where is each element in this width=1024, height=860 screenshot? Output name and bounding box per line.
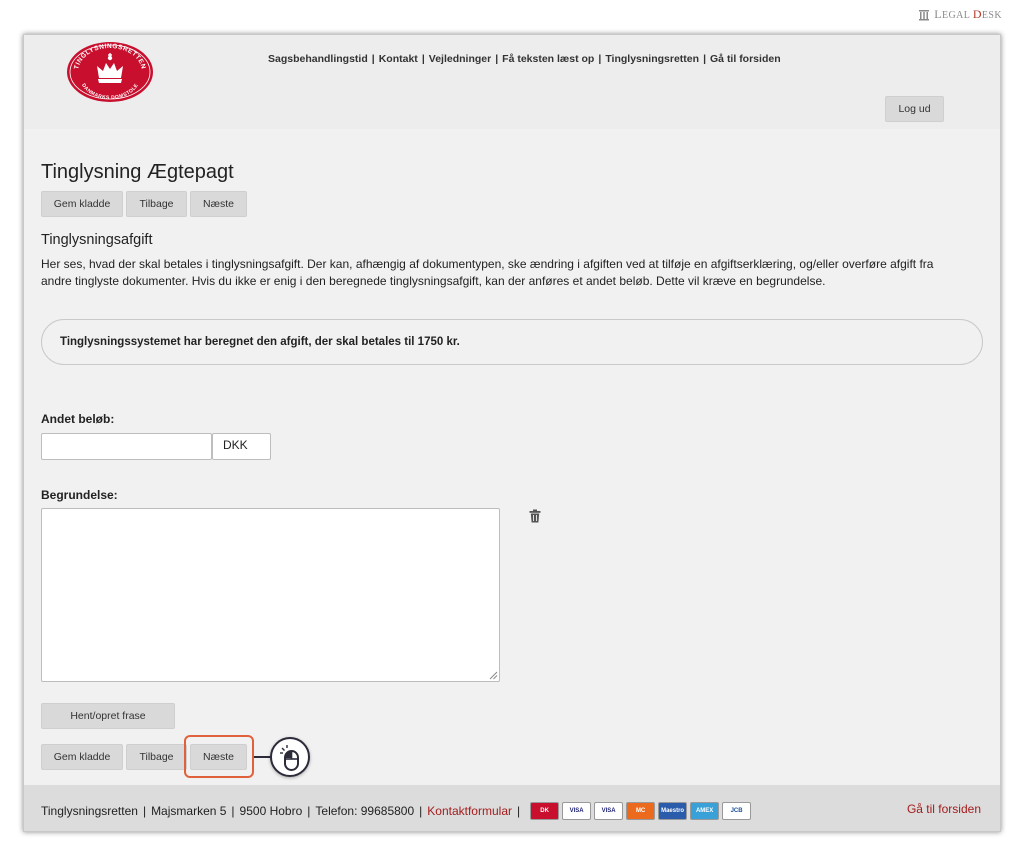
nav-kontakt[interactable]: Kontakt [379,53,418,65]
page-title: Tinglysning Ægtepagt [41,161,234,183]
logout-button[interactable]: Log ud [885,96,944,122]
next-button-highlight [184,735,254,778]
back-button-bottom[interactable]: Tilbage [126,744,187,770]
payment-cards: DK VISA VISA MC Maestro AMEX JCB [530,802,752,820]
footer-org: Tinglysningsretten [41,804,138,818]
nav-tinglysningsretten[interactable]: Tinglysningsretten [605,53,699,65]
dankort-card-icon: DK [530,802,560,820]
section-title: Tinglysningsafgift [41,232,153,248]
resize-grip-icon[interactable] [488,670,498,680]
mouse-click-indicator [270,737,310,777]
site-header: TINGLYSNINGSRETTEN DANMARKS DOMSTOLE Sag… [24,35,1000,129]
jcb-card-icon: JCB [722,802,752,820]
trash-icon[interactable] [529,509,541,523]
legal-desk-logo-text: LEGAL DESK [934,7,1002,21]
nav-read-aloud[interactable]: Få teksten læst op [502,53,594,65]
visa-electron-card-icon: VISA [594,802,624,820]
footer-phone: Telefon: 99685800 [315,804,415,818]
site-footer: Tinglysningsretten | Majsmarken 5 | 9500 H… [24,785,1000,831]
next-button[interactable]: Næste [190,191,247,217]
save-draft-button[interactable]: Gem kladde [41,191,123,217]
currency-label: DKK [212,433,271,460]
amount-label: Andet beløb: [41,412,115,426]
footer-city: 9500 Hobro [239,804,303,818]
legal-desk-watermark: LEGAL DESK [918,7,1002,22]
amex-card-icon: AMEX [690,802,720,820]
top-action-buttons: Gem kladde Tilbage Næste [41,191,247,217]
visa-card-icon: VISA [562,802,592,820]
fee-info-message: Tinglysningssystemet har beregnet den af… [60,336,460,348]
pillar-icon [919,9,930,20]
reason-textarea[interactable] [41,508,500,682]
nav-sagsbehandlingstid[interactable]: Sagsbehandlingstid [268,53,368,65]
footer-home-link[interactable]: Gå til forsiden [907,802,981,816]
footer-contact-info: Tinglysningsretten | Majsmarken 5 | 9500 H… [41,802,752,820]
mastercard-icon: MC [626,802,656,820]
tinglysningsretten-logo[interactable]: TINGLYSNINGSRETTEN DANMARKS DOMSTOLE [66,41,154,103]
mouse-click-icon [280,745,299,771]
footer-address: Majsmarken 5 [151,804,227,818]
browser-frame: TINGLYSNINGSRETTEN DANMARKS DOMSTOLE Sag… [23,34,1001,832]
amount-input[interactable] [41,433,212,460]
maestro-card-icon: Maestro [658,802,688,820]
reason-label: Begrundelse: [41,488,118,502]
save-draft-button-bottom[interactable]: Gem kladde [41,744,123,770]
back-button[interactable]: Tilbage [126,191,187,217]
get-create-phrase-button[interactable]: Hent/opret frase [41,703,175,729]
fee-info-box: Tinglysningssystemet har beregnet den af… [41,319,983,365]
nav-home[interactable]: Gå til forsiden [710,53,781,65]
section-description: Her ses, hvad der skal betales i tinglys… [41,257,934,288]
top-navigation: Sagsbehandlingstid | Kontakt | Vejledninger |… [268,53,781,65]
nav-vejledninger[interactable]: Vejledninger [429,53,491,65]
contact-form-link[interactable]: Kontaktformular [427,804,512,818]
